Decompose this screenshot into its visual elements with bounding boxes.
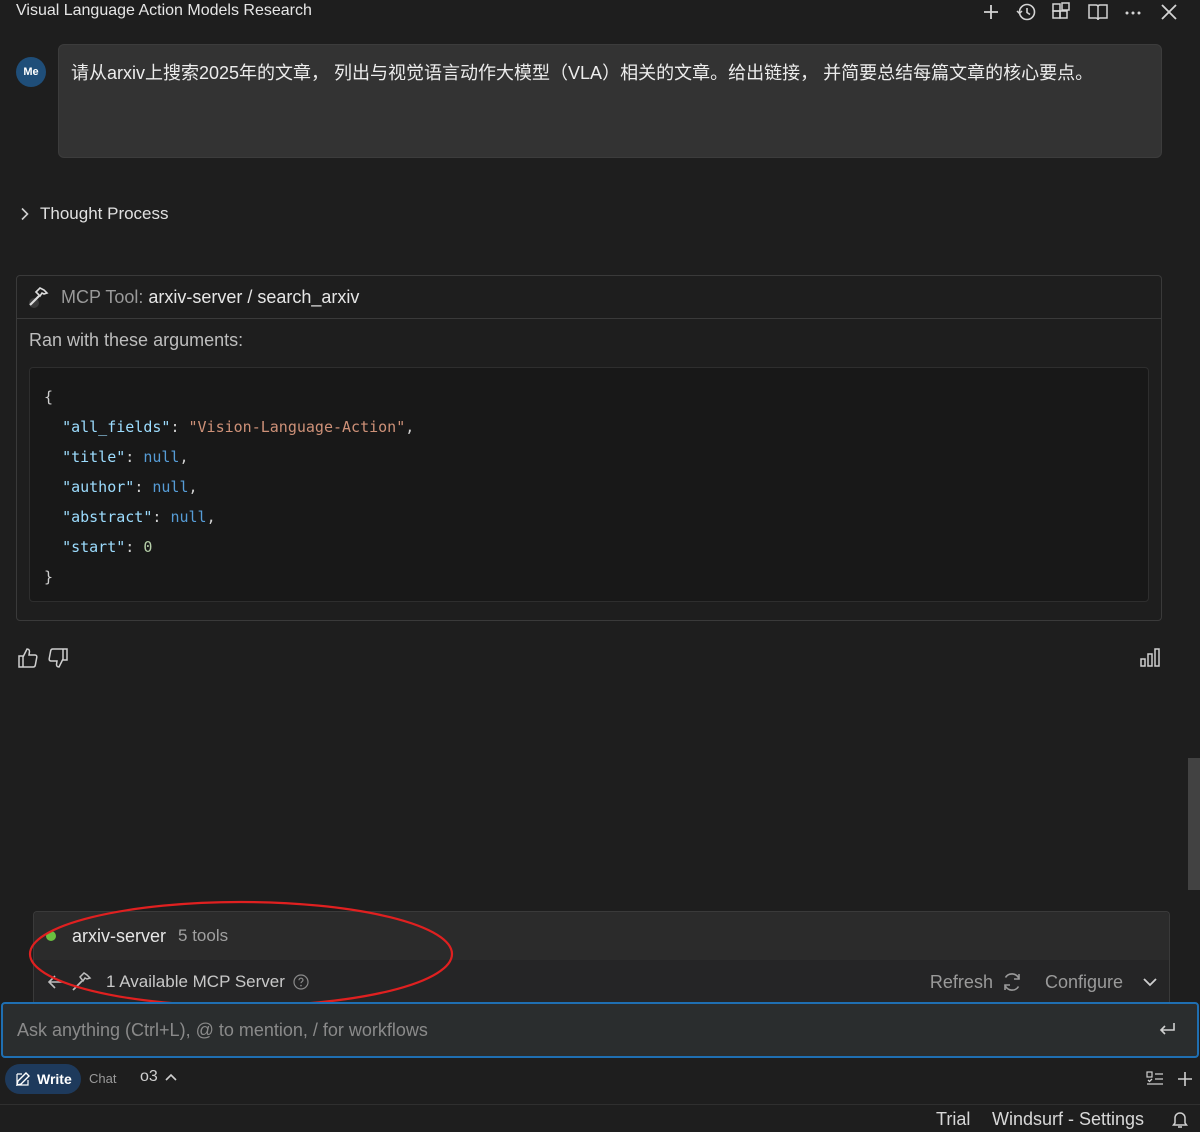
window-title: Visual Language Action Models Research: [16, 2, 312, 19]
plus-icon[interactable]: [980, 2, 1002, 22]
annotation-ellipse: [28, 898, 458, 1010]
enter-icon[interactable]: [1155, 1018, 1179, 1042]
chevron-down-icon[interactable]: [1141, 973, 1159, 991]
mcp-tool-header[interactable]: MCP Tool: arxiv-server / search_arxiv: [17, 276, 1161, 319]
chat-input[interactable]: [17, 1004, 1137, 1056]
code-value: null: [170, 508, 207, 526]
code-brace-close: }: [44, 568, 54, 586]
mcp-actions: Refresh Configure: [930, 960, 1159, 1004]
write-mode-button[interactable]: Write: [5, 1064, 81, 1094]
code-key: "author": [62, 478, 135, 496]
thumbs-up-icon[interactable]: [16, 646, 40, 670]
thumbs-down-icon[interactable]: [46, 646, 70, 670]
chevron-right-icon: [20, 207, 30, 221]
thought-process-toggle[interactable]: Thought Process: [20, 202, 169, 226]
refresh-icon[interactable]: [1001, 971, 1023, 993]
status-trial[interactable]: Trial: [936, 1109, 970, 1130]
code-value: "Vision-Language-Action": [188, 418, 406, 436]
configure-button[interactable]: Configure: [1045, 972, 1123, 993]
close-icon[interactable]: [1158, 2, 1180, 22]
book-icon[interactable]: [1087, 2, 1109, 22]
bell-icon[interactable]: [1170, 1109, 1190, 1129]
code-key: "title": [62, 448, 126, 466]
stats-icon[interactable]: [1138, 646, 1162, 670]
status-bar: Trial Windsurf - Settings: [0, 1104, 1200, 1132]
list-settings-icon[interactable]: [1146, 1071, 1164, 1087]
mcp-tool-name: arxiv-server / search_arxiv: [148, 286, 360, 307]
scrollbar-thumb[interactable]: [1188, 758, 1200, 890]
code-value: 0: [143, 538, 153, 556]
chevron-up-icon: [164, 1070, 178, 1084]
arguments-code-block: { "all_fields": "Vision-Language-Action"…: [29, 367, 1149, 602]
arguments-label: Ran with these arguments:: [29, 330, 244, 350]
history-icon[interactable]: [1015, 2, 1037, 22]
code-value: null: [143, 448, 180, 466]
mcp-tool-card: MCP Tool: arxiv-server / search_arxiv Ra…: [16, 275, 1162, 621]
extensions-icon[interactable]: [1050, 2, 1072, 22]
status-settings[interactable]: Windsurf - Settings: [992, 1109, 1144, 1130]
code-key: "start": [62, 538, 126, 556]
chat-input-box[interactable]: [1, 1002, 1199, 1058]
mcp-tool-title: MCP Tool: arxiv-server / search_arxiv: [61, 287, 359, 308]
refresh-button[interactable]: Refresh: [930, 972, 993, 993]
more-icon[interactable]: [1122, 2, 1144, 22]
mcp-tool-prefix: MCP Tool:: [61, 286, 149, 307]
pencil-icon: [15, 1071, 31, 1087]
hammer-icon: [25, 285, 51, 309]
thought-process-label: Thought Process: [40, 204, 169, 223]
user-message: 请从arxiv上搜索2025年的文章， 列出与视觉语言动作大模型（VLA）相关的…: [58, 44, 1162, 158]
code-key: "all_fields": [62, 418, 171, 436]
code-value: null: [152, 478, 189, 496]
code-brace-open: {: [44, 388, 54, 406]
title-bar: Visual Language Action Models Research: [0, 0, 1200, 26]
model-label: o3: [140, 1068, 158, 1085]
add-icon[interactable]: [1176, 1070, 1194, 1088]
model-selector[interactable]: o3: [140, 1068, 178, 1086]
avatar: Me: [16, 57, 46, 87]
write-mode-label: Write: [37, 1071, 72, 1087]
chat-mode-button[interactable]: Chat: [89, 1071, 116, 1086]
code-key: "abstract": [62, 508, 153, 526]
